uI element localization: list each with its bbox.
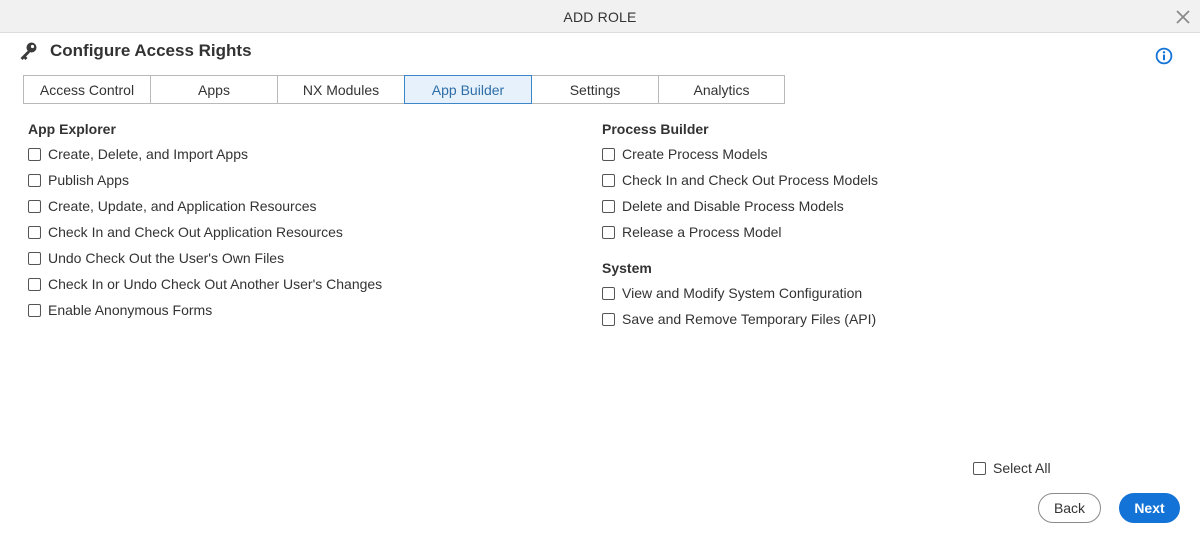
tab-nx-modules[interactable]: NX Modules	[277, 75, 405, 104]
next-button[interactable]: Next	[1119, 493, 1180, 523]
option-label: Enable Anonymous Forms	[48, 302, 213, 318]
section-title: Process Builder	[602, 121, 709, 137]
option-label: Publish Apps	[48, 172, 129, 188]
tab-apps[interactable]: Apps	[150, 75, 278, 104]
checkbox-icon[interactable]	[28, 173, 41, 187]
page-title: Configure Access Rights	[50, 41, 252, 60]
checkbox-icon[interactable]	[28, 199, 41, 213]
option-label: Check In and Check Out Application Resou…	[48, 224, 343, 240]
tab-app-builder[interactable]: App Builder	[404, 75, 532, 104]
key-icon	[20, 42, 37, 60]
dialog-title: ADD ROLE	[563, 9, 637, 25]
process-builder-section: Process Builder Create Process Models Ch…	[602, 119, 878, 245]
checkbox-icon[interactable]	[28, 277, 41, 291]
option-check-in-out-process-models[interactable]: Check In and Check Out Process Models	[602, 167, 878, 193]
checkbox-icon[interactable]	[973, 461, 986, 475]
checkbox-icon[interactable]	[28, 251, 41, 265]
option-label: Delete and Disable Process Models	[622, 198, 844, 214]
option-label: Check In or Undo Check Out Another User'…	[48, 276, 383, 292]
checkbox-icon[interactable]	[602, 199, 615, 213]
tab-bar: Access Control Apps NX Modules App Build…	[23, 75, 785, 104]
option-undo-other-user-checkout[interactable]: Check In or Undo Check Out Another User'…	[28, 271, 382, 297]
option-create-delete-import-apps[interactable]: Create, Delete, and Import Apps	[28, 141, 382, 167]
option-check-in-out-resources[interactable]: Check In and Check Out Application Resou…	[28, 219, 382, 245]
back-button[interactable]: Back	[1038, 493, 1101, 523]
checkbox-icon[interactable]	[602, 173, 615, 187]
option-view-modify-system-config[interactable]: View and Modify System Configuration	[602, 280, 876, 306]
option-enable-anonymous-forms[interactable]: Enable Anonymous Forms	[28, 297, 382, 323]
section-title: System	[602, 260, 652, 276]
checkbox-icon[interactable]	[602, 225, 615, 239]
option-publish-apps[interactable]: Publish Apps	[28, 167, 382, 193]
checkbox-icon[interactable]	[602, 312, 615, 326]
checkbox-icon[interactable]	[28, 147, 41, 161]
checkbox-icon[interactable]	[28, 225, 41, 239]
option-label: Undo Check Out the User's Own Files	[48, 250, 285, 266]
option-label: Check In and Check Out Process Models	[622, 172, 879, 188]
option-label: Create, Delete, and Import Apps	[48, 146, 248, 162]
option-release-process-model[interactable]: Release a Process Model	[602, 219, 878, 245]
page-header: Configure Access Rights	[18, 40, 252, 62]
close-icon[interactable]	[1172, 6, 1194, 28]
option-create-update-resources[interactable]: Create, Update, and Application Resource…	[28, 193, 382, 219]
checkbox-icon[interactable]	[602, 147, 615, 161]
info-icon[interactable]	[1155, 47, 1173, 65]
tab-analytics[interactable]: Analytics	[658, 75, 785, 104]
option-label: View and Modify System Configuration	[622, 285, 863, 301]
option-label: Save and Remove Temporary Files (API)	[622, 311, 877, 327]
option-label: Create, Update, and Application Resource…	[48, 198, 317, 214]
tab-settings[interactable]: Settings	[531, 75, 659, 104]
option-delete-disable-process-models[interactable]: Delete and Disable Process Models	[602, 193, 878, 219]
select-all[interactable]: Select All	[973, 455, 1051, 481]
option-label: Release a Process Model	[622, 224, 782, 240]
app-explorer-section: App Explorer Create, Delete, and Import …	[28, 119, 382, 323]
dialog-titlebar: ADD ROLE	[0, 0, 1200, 33]
checkbox-icon[interactable]	[602, 286, 615, 300]
option-create-process-models[interactable]: Create Process Models	[602, 141, 878, 167]
option-label: Create Process Models	[622, 146, 768, 162]
section-title: App Explorer	[28, 121, 116, 137]
option-undo-own-checkout[interactable]: Undo Check Out the User's Own Files	[28, 245, 382, 271]
system-section: System View and Modify System Configurat…	[602, 258, 876, 332]
option-save-remove-temp-files[interactable]: Save and Remove Temporary Files (API)	[602, 306, 876, 332]
checkbox-icon[interactable]	[28, 303, 41, 317]
tab-access-control[interactable]: Access Control	[23, 75, 151, 104]
select-all-label: Select All	[993, 460, 1051, 476]
